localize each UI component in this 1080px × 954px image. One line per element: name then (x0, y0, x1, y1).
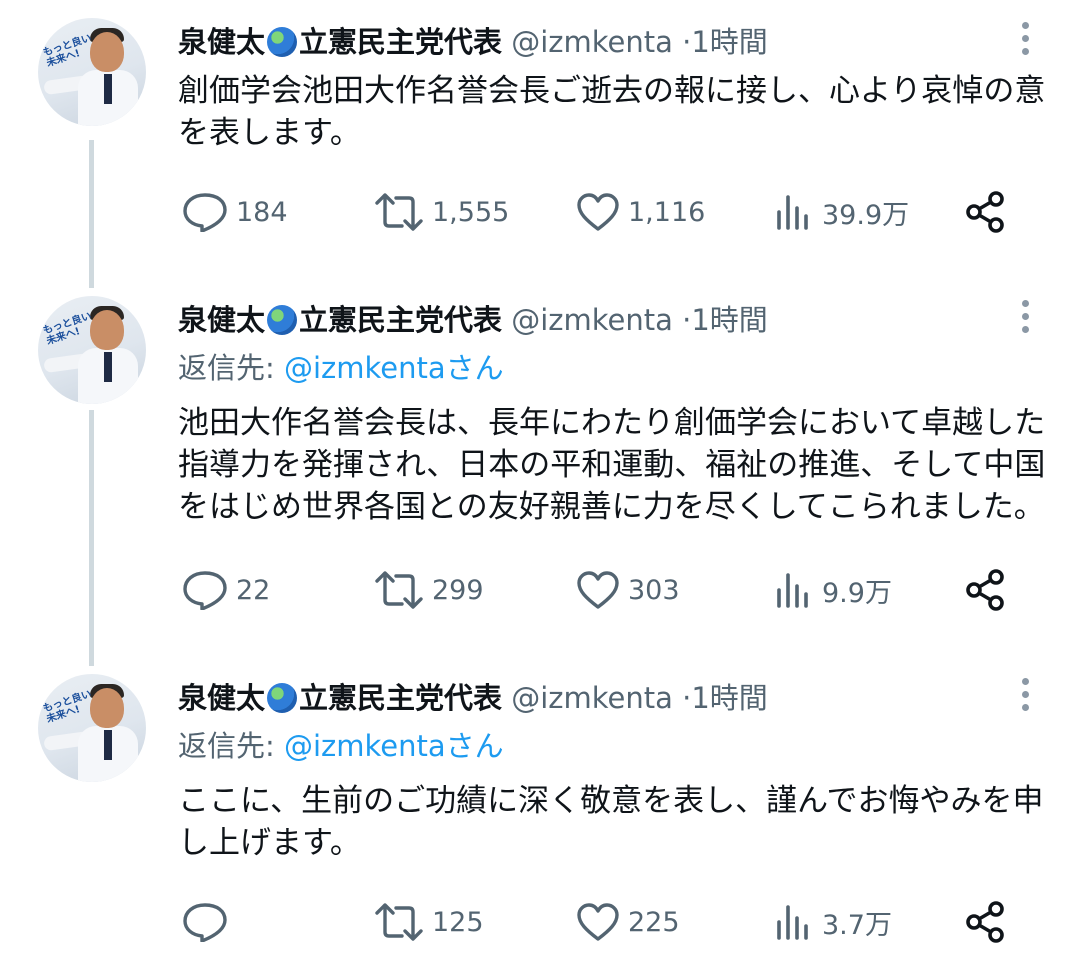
retweet-icon (375, 571, 423, 609)
retweet-icon (375, 903, 423, 941)
views-button[interactable]: 39.9万 (774, 188, 909, 236)
reply-icon (183, 193, 227, 232)
retweet-button[interactable]: 299 (374, 566, 484, 614)
avatar[interactable]: もっと良い未来へ! (38, 674, 146, 782)
reply-button[interactable] (182, 898, 236, 946)
reply-count: 22 (236, 574, 271, 606)
avatar-slogan: もっと良い未来へ! (41, 310, 93, 348)
like-count: 225 (628, 906, 680, 938)
timestamp[interactable]: 1時間 (691, 303, 767, 337)
like-button[interactable]: 303 (576, 566, 680, 614)
retweet-button[interactable]: 1,555 (374, 188, 509, 236)
views-icon (777, 905, 808, 940)
tweet-text: 池田大作名誉会長は、長年にわたり創価学会において卓越した指導力を発揮され、日本の… (178, 405, 1046, 525)
separator: · (682, 681, 692, 715)
reply-to-label: 返信先: (178, 351, 284, 385)
tweet-header: 泉健太 立憲民主党代表 @izmkenta ·1時間 (178, 20, 768, 64)
avatar[interactable]: もっと良い未来へ! (38, 18, 146, 126)
globe-icon (267, 683, 298, 713)
globe-icon (267, 305, 298, 335)
more-icon[interactable] (1020, 22, 1030, 58)
views-count: 39.9万 (822, 199, 910, 231)
views-count: 3.7万 (822, 909, 892, 941)
display-name[interactable]: 泉健太 (178, 303, 265, 337)
reply-to-handle[interactable]: @izmkentaさん (284, 351, 504, 385)
separator: · (682, 303, 692, 337)
avatar-slogan: もっと良い未来へ! (41, 688, 93, 726)
retweet-button[interactable]: 125 (374, 898, 484, 946)
share-icon (966, 569, 1004, 611)
reply-icon (183, 903, 227, 942)
tweet[interactable]: もっと良い未来へ! 泉健太 立憲民主党代表 @izmkenta ·1時間 返信先:… (0, 656, 1080, 954)
retweet-count: 125 (432, 906, 484, 938)
like-count: 303 (628, 574, 680, 606)
reply-context: 返信先: @izmkentaさん (178, 348, 504, 388)
views-icon (777, 195, 808, 230)
display-name-suffix[interactable]: 立憲民主党代表 (299, 303, 502, 337)
share-button[interactable] (964, 898, 1008, 946)
avatar-slogan: もっと良い未来へ! (41, 32, 93, 70)
timestamp[interactable]: 1時間 (691, 681, 767, 715)
heart-icon (577, 193, 619, 231)
reply-to-handle[interactable]: @izmkentaさん (284, 729, 504, 763)
tweet[interactable]: もっと良い未来へ! 泉健太 立憲民主党代表 @izmkenta ·1時間 返信先:… (0, 278, 1080, 658)
display-name[interactable]: 泉健太 (178, 681, 265, 715)
user-handle[interactable]: @izmkenta (511, 303, 673, 337)
like-button[interactable]: 1,116 (576, 188, 705, 236)
share-icon (966, 191, 1004, 233)
display-name[interactable]: 泉健太 (178, 25, 265, 59)
separator: · (682, 25, 692, 59)
timestamp[interactable]: 1時間 (691, 25, 767, 59)
tweet-text: ここに、生前のご功績に深く敬意を表し、謹んでお悔やみを申し上げます。 (178, 783, 1044, 861)
retweet-count: 1,555 (432, 196, 510, 228)
more-icon[interactable] (1020, 678, 1030, 714)
tweet-actions: 125 225 3.7万 (178, 898, 1038, 946)
retweet-count: 299 (432, 574, 484, 606)
retweet-icon (375, 193, 423, 231)
views-button[interactable]: 9.9万 (774, 566, 892, 614)
tweet-header: 泉健太 立憲民主党代表 @izmkenta ·1時間 (178, 676, 768, 720)
like-button[interactable]: 225 (576, 898, 680, 946)
display-name-suffix[interactable]: 立憲民主党代表 (299, 25, 502, 59)
reply-icon (183, 571, 227, 610)
reply-to-label: 返信先: (178, 729, 284, 763)
share-button[interactable] (964, 566, 1008, 614)
tweet-actions: 22 299 303 9.9万 (178, 566, 1038, 614)
heart-icon (577, 571, 619, 609)
tweet-actions: 184 1,555 1,116 39.9万 (178, 188, 1038, 236)
views-button[interactable]: 3.7万 (774, 898, 892, 946)
tweet-header: 泉健太 立憲民主党代表 @izmkenta ·1時間 (178, 298, 768, 342)
display-name-suffix[interactable]: 立憲民主党代表 (299, 681, 502, 715)
reply-context: 返信先: @izmkentaさん (178, 726, 504, 766)
share-icon (966, 901, 1004, 943)
user-handle[interactable]: @izmkenta (511, 25, 673, 59)
tweet-text: 創価学会池田大作名誉会長ご逝去の報に接し、心より哀悼の意を表します。 (178, 73, 1046, 151)
reply-count: 184 (236, 196, 288, 228)
share-button[interactable] (964, 188, 1008, 236)
views-count: 9.9万 (822, 577, 892, 609)
heart-icon (577, 903, 619, 941)
avatar[interactable]: もっと良い未来へ! (38, 296, 146, 404)
more-icon[interactable] (1020, 300, 1030, 336)
globe-icon (267, 27, 298, 57)
reply-button[interactable]: 22 (182, 566, 270, 614)
tweet[interactable]: もっと良い未来へ! 泉健太 立憲民主党代表 @izmkenta ·1時間 創価学会… (0, 0, 1080, 290)
reply-button[interactable]: 184 (182, 188, 288, 236)
views-icon (777, 573, 808, 608)
user-handle[interactable]: @izmkenta (511, 681, 673, 715)
like-count: 1,116 (628, 196, 706, 228)
